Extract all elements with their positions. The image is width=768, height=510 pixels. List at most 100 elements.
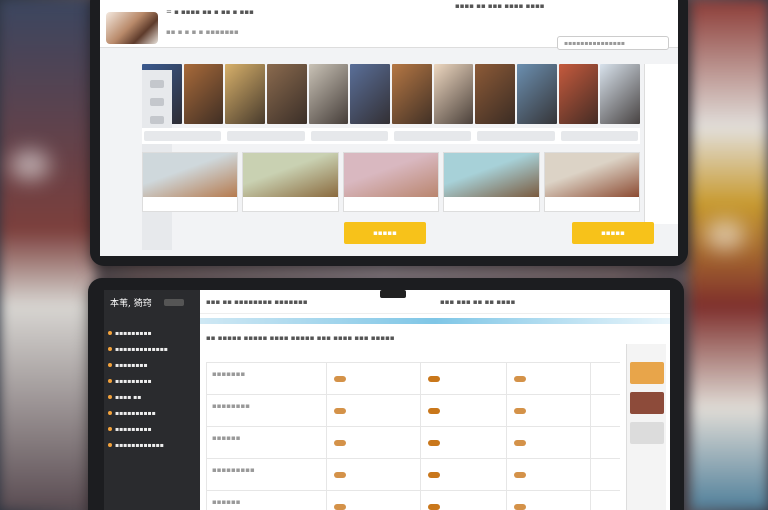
- product-thumbnail[interactable]: [183, 64, 224, 124]
- header: ▪▪▪ ▪▪ ▪▪▪▪▪▪▪▪ ▪▪▪▪▪▪▪ ▪▪▪ ▪▪▪ ▪▪ ▪▪ ▪▪…: [200, 290, 670, 314]
- table-row-divider: [206, 362, 620, 363]
- tablet-top: = ▪ ▪▪▪▪ ▪▪ ▪ ▪▪ ▪ ▪▪▪ ▪▪ ▪ ▪ ▪ ▪ ▪▪▪▪▪▪…: [90, 0, 688, 266]
- cta-button[interactable]: ▪▪▪▪▪: [344, 222, 426, 244]
- product-mini-icon: [334, 376, 346, 382]
- store-logo[interactable]: [106, 12, 158, 44]
- product-mini-icon: [334, 440, 346, 446]
- bullet-icon: [108, 363, 112, 367]
- product-mini-icon: [514, 440, 526, 446]
- bg-shelf-right: [690, 0, 768, 510]
- product-thumbnail[interactable]: [350, 64, 391, 124]
- product-mini-icon: [334, 472, 346, 478]
- product-thumbnail[interactable]: [433, 64, 474, 124]
- table-row-divider: [206, 490, 620, 491]
- product-thumbnail[interactable]: [225, 64, 266, 124]
- sub-nav[interactable]: ▪▪ ▪ ▪ ▪ ▪ ▪▪▪▪▪▪▪: [166, 28, 239, 36]
- product-image: [544, 153, 640, 197]
- right-panel: [644, 64, 678, 224]
- product-image: [143, 153, 238, 197]
- dark-sidebar: 本苇, 猗窍 ▪▪▪▪▪▪▪▪▪ ▪▪▪▪▪▪▪▪▪▪▪▪▪ ▪▪▪▪▪▪▪▪ ▪▪▪…: [104, 290, 200, 510]
- table-row-divider: [206, 458, 620, 459]
- bg-shelf-left: [0, 0, 96, 510]
- product-mini-icon: [514, 408, 526, 414]
- sidebar-item[interactable]: ▪▪▪▪▪▪▪▪▪: [108, 426, 152, 433]
- bullet-icon: [108, 411, 112, 415]
- table-row-label[interactable]: ▪▪▪▪▪▪▪: [212, 370, 245, 378]
- product-card[interactable]: [342, 152, 440, 212]
- sidebar-title: 本苇, 猗窍: [110, 299, 152, 309]
- sidebar-item[interactable]: ▪▪▪▪▪▪▪▪▪: [108, 378, 152, 385]
- sidebar-item[interactable]: ▪▪▪▪▪▪▪▪▪: [108, 330, 152, 337]
- product-thumbnail[interactable]: [267, 64, 307, 124]
- banner-bar: [200, 318, 670, 324]
- table-row-label[interactable]: ▪▪▪▪▪▪▪▪: [212, 402, 250, 410]
- sidebar-item-label: ▪▪▪▪▪▪▪▪▪▪▪▪: [115, 442, 164, 449]
- sidebar-item-label: ▪▪▪▪▪▪▪▪▪: [115, 378, 152, 385]
- thumbnail[interactable]: [630, 362, 664, 384]
- product-mini-icon: [334, 408, 346, 414]
- product-mini-icon: [428, 376, 440, 382]
- table-gridline: [590, 362, 591, 510]
- bullet-icon: [108, 395, 112, 399]
- product-thumbnail[interactable]: [600, 64, 641, 124]
- product-card-row: [142, 152, 641, 212]
- tablet-bottom-screen: 本苇, 猗窍 ▪▪▪▪▪▪▪▪▪ ▪▪▪▪▪▪▪▪▪▪▪▪▪ ▪▪▪▪▪▪▪▪ ▪▪▪…: [104, 290, 670, 510]
- strip-captions: [142, 128, 640, 144]
- sidebar-item[interactable]: ▪▪▪▪ ▪▪: [108, 394, 141, 401]
- bullet-icon: [108, 347, 112, 351]
- header: = ▪ ▪▪▪▪ ▪▪ ▪ ▪▪ ▪ ▪▪▪ ▪▪ ▪ ▪ ▪ ▪ ▪▪▪▪▪▪…: [100, 0, 678, 50]
- table-gridline: [206, 362, 207, 510]
- product-image: [444, 153, 539, 197]
- product-thumbnail[interactable]: [308, 64, 349, 124]
- header-right-links[interactable]: ▪▪▪▪ ▪▪ ▪▪▪ ▪▪▪▪ ▪▪▪▪: [455, 2, 545, 10]
- header-right-links[interactable]: ▪▪▪ ▪▪▪ ▪▪ ▪▪ ▪▪▪▪: [440, 298, 515, 306]
- top-nav[interactable]: = ▪ ▪▪▪▪ ▪▪ ▪ ▪▪ ▪ ▪▪▪: [166, 8, 254, 16]
- bg-bokeh: [10, 150, 50, 180]
- bullet-icon: [108, 427, 112, 431]
- product-card[interactable]: [142, 152, 239, 212]
- sidebar-item[interactable]: ▪▪▪▪▪▪▪▪▪▪▪▪: [108, 442, 164, 449]
- sidebar-item[interactable]: ▪▪▪▪▪▪▪▪▪▪: [108, 410, 156, 417]
- table-row-label[interactable]: ▪▪▪▪▪▪: [212, 434, 240, 442]
- sidebar-item[interactable]: ▪▪▪▪▪▪▪▪▪▪▪▪▪: [108, 346, 168, 353]
- header-nav[interactable]: ▪▪▪ ▪▪ ▪▪▪▪▪▪▪▪ ▪▪▪▪▪▪▪: [206, 298, 308, 306]
- product-image: [243, 153, 338, 197]
- filter-bar[interactable]: ▪▪ ▪▪▪▪▪ ▪▪▪▪▪ ▪▪▪▪ ▪▪▪▪▪ ▪▪▪ ▪▪▪▪ ▪▪▪ ▪…: [200, 330, 610, 346]
- bullet-icon: [108, 331, 112, 335]
- right-thumbnails: [626, 344, 666, 510]
- table-row-divider: [206, 394, 620, 395]
- table-row-label[interactable]: ▪▪▪▪▪▪▪▪▪: [212, 466, 255, 474]
- table-row-divider: [206, 426, 620, 427]
- sidebar-item[interactable]: ▪▪▪▪▪▪▪▪: [108, 362, 148, 369]
- rail-icon[interactable]: [150, 116, 164, 124]
- product-thumbnail[interactable]: [558, 64, 599, 124]
- search-input[interactable]: ▪▪▪▪▪▪▪▪▪▪▪▪▪▪▪: [557, 36, 669, 50]
- rail-icon[interactable]: [150, 98, 164, 106]
- product-mini-icon: [428, 408, 440, 414]
- table-gridline: [506, 362, 507, 510]
- table-gridline: [420, 362, 421, 510]
- sidebar-badge: [164, 299, 184, 306]
- product-card[interactable]: [242, 152, 339, 212]
- bullet-icon: [108, 379, 112, 383]
- tablet-top-screen: = ▪ ▪▪▪▪ ▪▪ ▪ ▪▪ ▪ ▪▪▪ ▪▪ ▪ ▪ ▪ ▪ ▪▪▪▪▪▪…: [100, 0, 678, 256]
- product-thumbnail[interactable]: [517, 64, 557, 124]
- sidebar-item-label: ▪▪▪▪▪▪▪▪: [115, 362, 148, 369]
- product-card[interactable]: [543, 152, 641, 212]
- thumbnail[interactable]: [630, 422, 664, 444]
- thumbnail[interactable]: [630, 392, 664, 414]
- product-image-strip: [142, 64, 641, 124]
- product-card[interactable]: [443, 152, 540, 212]
- table-row-label[interactable]: ▪▪▪▪▪▪: [212, 498, 240, 506]
- rail-icon[interactable]: [150, 80, 164, 88]
- product-thumbnail[interactable]: [392, 64, 432, 124]
- sidebar-item-label: ▪▪▪▪▪▪▪▪▪▪▪▪▪: [115, 346, 168, 353]
- product-thumbnail[interactable]: [475, 64, 516, 124]
- product-mini-icon: [428, 472, 440, 478]
- cta-button[interactable]: ▪▪▪▪▪: [572, 222, 654, 244]
- product-mini-icon: [428, 440, 440, 446]
- data-table: ▪▪▪▪▪▪▪ ▪▪▪▪▪▪▪▪ ▪▪▪▪▪▪ ▪▪▪▪▪▪▪▪▪ ▪▪▪▪▪▪: [206, 362, 620, 510]
- product-mini-icon: [428, 504, 440, 510]
- sidebar-item-label: ▪▪▪▪▪▪▪▪▪: [115, 426, 152, 433]
- bullet-icon: [108, 443, 112, 447]
